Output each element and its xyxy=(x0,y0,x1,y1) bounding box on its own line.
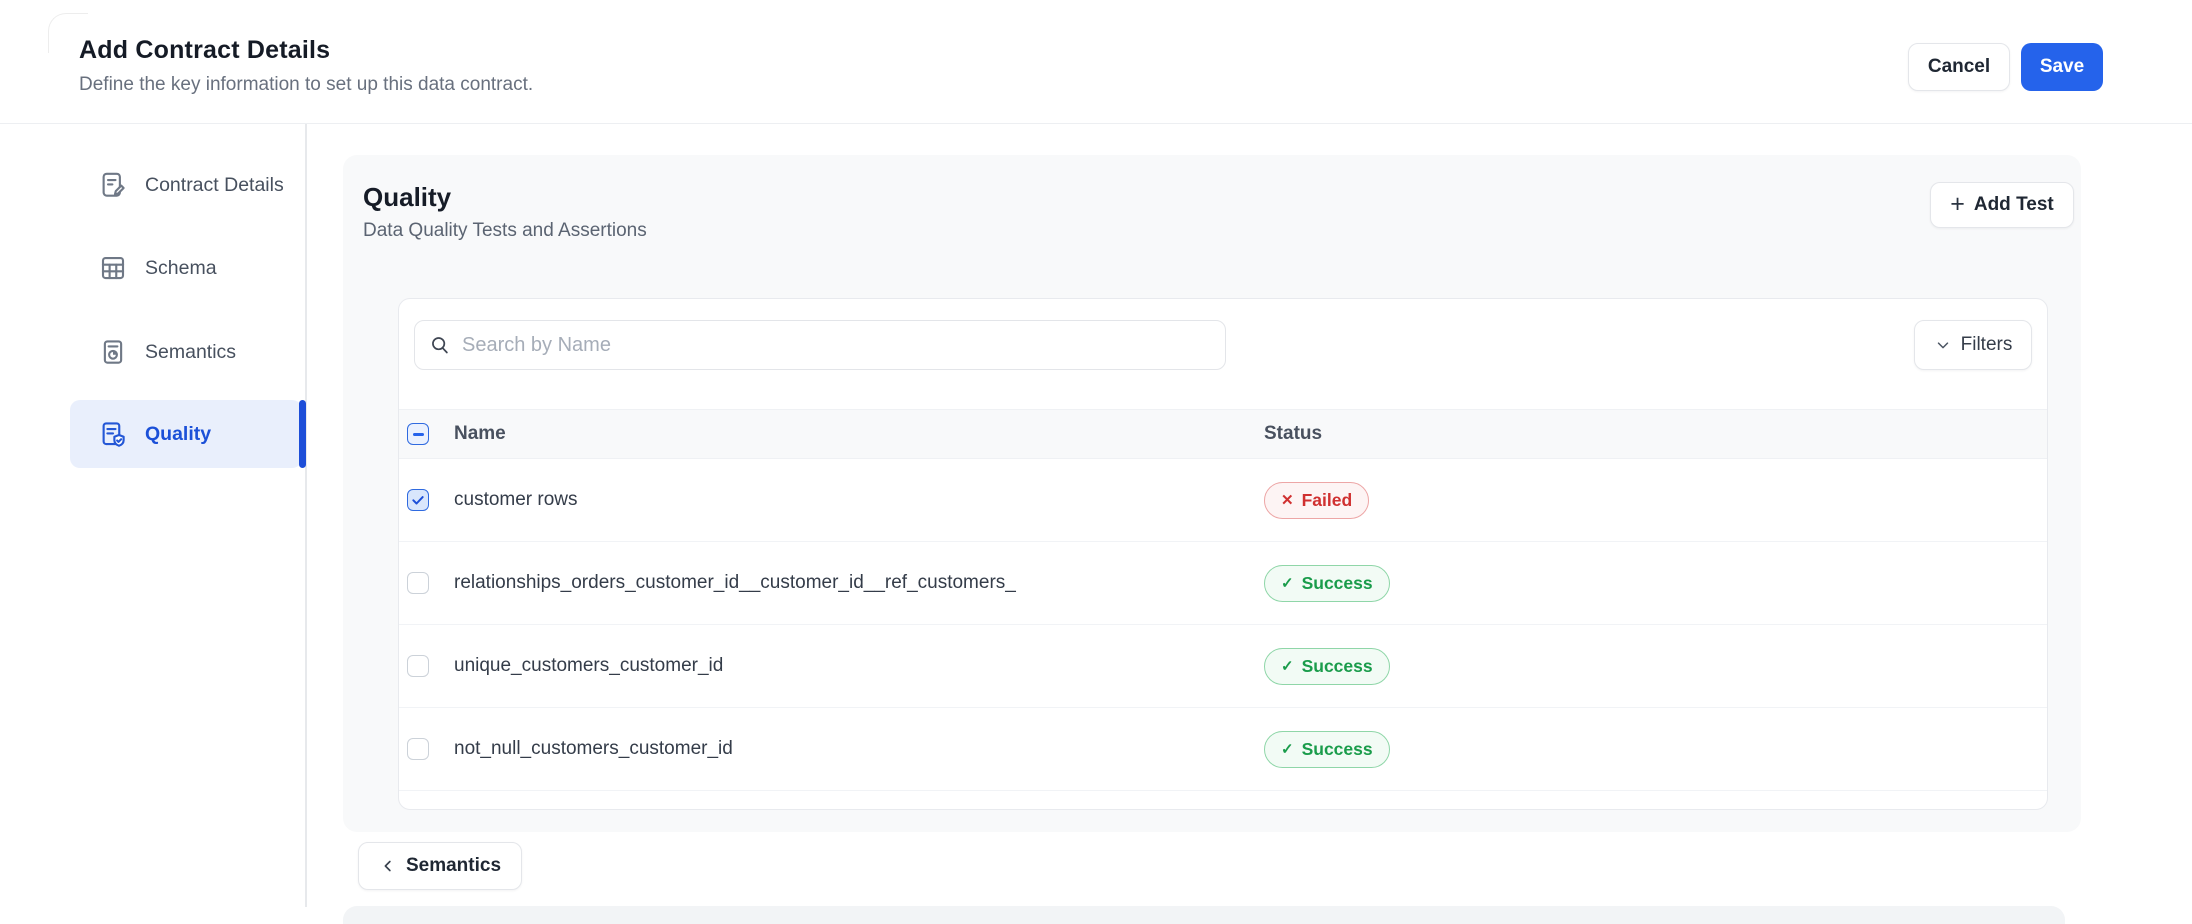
file-pen-icon xyxy=(98,170,128,200)
sidebar-item-contract-details[interactable]: Contract Details xyxy=(70,157,302,213)
sidebar-item-label: Schema xyxy=(145,257,217,280)
test-name: not_null_customers_customer_id xyxy=(454,738,1264,760)
indeterminate-minus-icon xyxy=(413,433,424,436)
column-header-name[interactable]: Name xyxy=(454,423,1264,445)
tests-toolbar: Filters xyxy=(399,299,2047,409)
cancel-button[interactable]: Cancel xyxy=(1908,43,2010,91)
back-button-label: Semantics xyxy=(406,855,501,877)
table-grid-icon xyxy=(98,253,128,283)
status-badge: ✓ Success xyxy=(1264,648,1390,685)
sidebar-item-label: Quality xyxy=(145,423,211,446)
search-input[interactable] xyxy=(414,320,1226,370)
status-label: Success xyxy=(1302,573,1373,594)
save-button[interactable]: Save xyxy=(2021,43,2103,91)
table-row[interactable]: relationships_orders_customer_id__custom… xyxy=(399,542,2047,625)
sidebar-divider xyxy=(305,124,307,907)
next-section-panel-edge xyxy=(343,906,2065,924)
header-actions: Cancel Save xyxy=(1908,43,2103,91)
status-label: Failed xyxy=(1302,490,1353,511)
chevron-left-icon xyxy=(379,857,397,875)
filters-label: Filters xyxy=(1961,334,2013,356)
status-badge: ✕ Failed xyxy=(1264,482,1369,519)
plus-icon: + xyxy=(1950,192,1965,217)
sidebar-item-schema[interactable]: Schema xyxy=(70,240,302,296)
row-checkbox[interactable] xyxy=(407,572,429,594)
sidebar-item-semantics[interactable]: Semantics xyxy=(70,324,302,380)
section-title: Quality xyxy=(363,182,451,213)
chevron-down-icon xyxy=(1934,336,1952,354)
add-test-button[interactable]: + Add Test xyxy=(1930,182,2074,228)
table-row[interactable]: unique_customers_customer_id ✓ Success xyxy=(399,625,2047,708)
select-all-checkbox[interactable] xyxy=(407,423,429,445)
check-icon: ✓ xyxy=(1281,657,1294,675)
sidebar-item-label: Semantics xyxy=(145,341,236,364)
table-row[interactable]: customer rows ✕ Failed xyxy=(399,459,2047,542)
tests-card: Filters Name Status customer rows xyxy=(398,298,2048,810)
test-name: customer rows xyxy=(454,489,1264,511)
row-checkbox[interactable] xyxy=(407,489,429,511)
status-label: Success xyxy=(1302,656,1373,677)
check-icon: ✓ xyxy=(1281,740,1294,758)
column-header-status[interactable]: Status xyxy=(1264,423,2047,445)
filters-button[interactable]: Filters xyxy=(1914,320,2032,370)
row-checkbox[interactable] xyxy=(407,655,429,677)
table-row[interactable]: not_null_customers_customer_id ✓ Success xyxy=(399,708,2047,791)
file-chart-icon xyxy=(98,337,128,367)
test-name: unique_customers_customer_id xyxy=(454,655,1264,677)
search-icon xyxy=(429,334,451,356)
add-test-label: Add Test xyxy=(1974,194,2054,216)
table-header-row: Name Status xyxy=(399,409,2047,459)
check-icon xyxy=(411,493,425,507)
row-checkbox[interactable] xyxy=(407,738,429,760)
status-badge: ✓ Success xyxy=(1264,731,1390,768)
sidebar-item-quality[interactable]: Quality xyxy=(70,400,302,468)
back-to-semantics-button[interactable]: Semantics xyxy=(358,842,522,890)
x-icon: ✕ xyxy=(1281,491,1294,509)
search-box xyxy=(414,320,1226,370)
section-subtitle: Data Quality Tests and Assertions xyxy=(363,220,647,242)
status-badge: ✓ Success xyxy=(1264,565,1390,602)
test-name: relationships_orders_customer_id__custom… xyxy=(454,572,1264,594)
file-shield-check-icon xyxy=(98,419,128,449)
quality-section-panel: Quality Data Quality Tests and Assertion… xyxy=(343,155,2081,832)
dialog-header: Add Contract Details Define the key info… xyxy=(0,0,2192,124)
sidebar-item-label: Contract Details xyxy=(145,174,284,197)
check-icon: ✓ xyxy=(1281,574,1294,592)
status-label: Success xyxy=(1302,739,1373,760)
wizard-step-nav: Contract Details Schema Semantics Qualit… xyxy=(70,0,302,924)
